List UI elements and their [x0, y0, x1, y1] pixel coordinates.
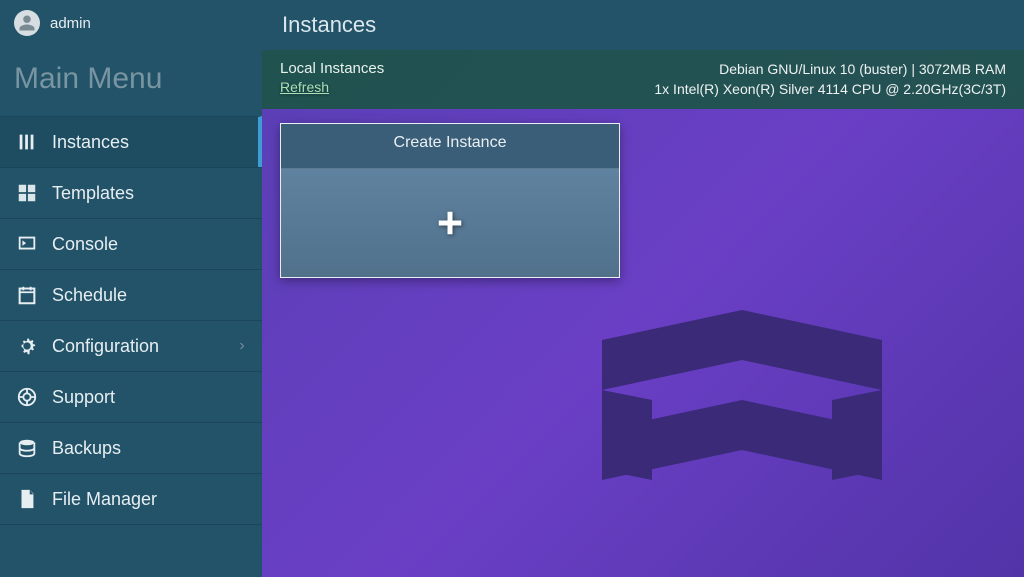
create-instance-card[interactable]: Create Instance — [280, 123, 620, 278]
sidebar-item-instances[interactable]: Instances — [0, 116, 262, 167]
background-logo — [562, 300, 902, 560]
menu-header: Main Menu — [0, 46, 262, 116]
sidebar-item-schedule[interactable]: Schedule — [0, 269, 262, 320]
backups-icon — [16, 437, 38, 459]
sidebar-item-label: Backups — [52, 438, 121, 459]
instances-icon — [16, 131, 38, 153]
templates-icon — [16, 182, 38, 204]
info-bar-system: Debian GNU/Linux 10 (buster) | 3072MB RA… — [654, 60, 1006, 99]
main-area: Instances Local Instances Refresh Debian… — [262, 0, 1024, 577]
sidebar-item-templates[interactable]: Templates — [0, 167, 262, 218]
avatar-icon — [14, 10, 40, 36]
user-name: admin — [50, 15, 91, 32]
cards-area: Create Instance — [262, 109, 1024, 292]
plus-icon — [435, 208, 465, 238]
sidebar-item-label: Console — [52, 234, 118, 255]
system-cpu-line: 1x Intel(R) Xeon(R) Silver 4114 CPU @ 2.… — [654, 80, 1006, 100]
sidebar-item-label: Support — [52, 387, 115, 408]
console-icon — [16, 233, 38, 255]
chevron-right-icon — [236, 340, 248, 352]
sidebar-item-label: File Manager — [52, 489, 157, 510]
system-os-line: Debian GNU/Linux 10 (buster) | 3072MB RA… — [654, 60, 1006, 80]
sidebar: admin Main Menu Instances Templates Cons… — [0, 0, 262, 577]
sidebar-item-console[interactable]: Console — [0, 218, 262, 269]
sidebar-item-support[interactable]: Support — [0, 371, 262, 422]
info-bar-title: Local Instances — [280, 60, 384, 77]
sidebar-item-label: Instances — [52, 132, 129, 153]
sidebar-item-label: Configuration — [52, 336, 159, 357]
sidebar-item-label: Templates — [52, 183, 134, 204]
info-bar-left: Local Instances Refresh — [280, 60, 384, 96]
info-bar: Local Instances Refresh Debian GNU/Linux… — [262, 50, 1024, 109]
sidebar-item-backups[interactable]: Backups — [0, 422, 262, 473]
support-icon — [16, 386, 38, 408]
sidebar-item-configuration[interactable]: Configuration — [0, 320, 262, 371]
top-bar: Instances — [262, 0, 1024, 50]
gear-icon — [16, 335, 38, 357]
card-title: Create Instance — [281, 124, 619, 169]
refresh-link[interactable]: Refresh — [280, 79, 329, 95]
card-body — [281, 169, 619, 277]
page-title: Instances — [282, 12, 376, 38]
sidebar-item-filemanager[interactable]: File Manager — [0, 473, 262, 525]
schedule-icon — [16, 284, 38, 306]
content: Local Instances Refresh Debian GNU/Linux… — [262, 50, 1024, 577]
file-icon — [16, 488, 38, 510]
main-menu: Instances Templates Console Schedule Con… — [0, 116, 262, 525]
sidebar-item-label: Schedule — [52, 285, 127, 306]
user-row[interactable]: admin — [0, 0, 262, 46]
